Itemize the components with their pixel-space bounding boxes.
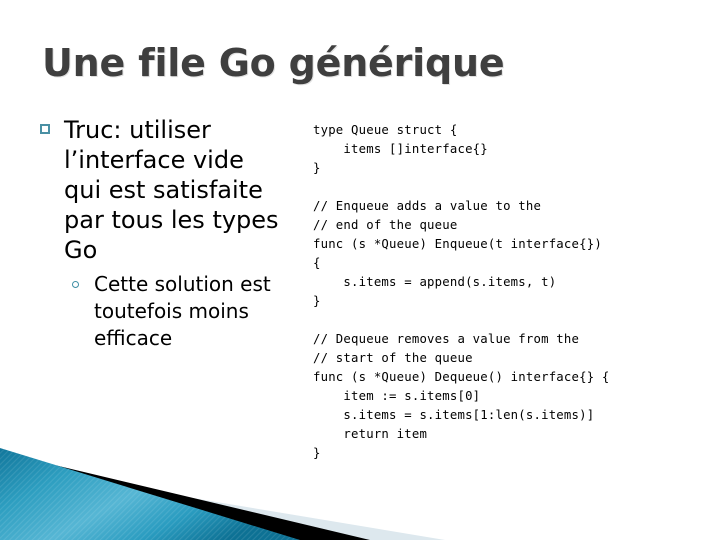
list-item-label: Cette solution est toutefois moins effic… [94,272,271,350]
bullet-list: Truc: utiliser l’interface vide qui est … [38,115,288,352]
list-item: Cette solution est toutefois moins effic… [38,271,288,352]
hollow-square-bullet-icon [40,124,50,134]
pale-blue-band [0,466,445,540]
hollow-circle-bullet-icon [72,281,79,288]
black-band [0,452,370,540]
teal-band [0,448,300,540]
page-title: Une file Go générique [42,41,505,85]
sub-bullet-list: Cette solution est toutefois moins effic… [38,271,288,352]
code-block-queue-struct: type Queue struct { items []interface{} … [313,123,488,175]
slide-canvas: Une file Go générique Truc: utiliser l’i… [0,0,720,540]
list-item: Truc: utiliser l’interface vide qui est … [38,115,288,265]
code-block-dequeue: // Dequeue removes a value from the // s… [313,332,610,460]
code-block-enqueue: // Enqueue adds a value to the // end of… [313,199,602,308]
code-spacer [313,311,713,330]
list-item-label: Truc: utiliser l’interface vide qui est … [64,116,279,264]
code-listing: type Queue struct { items []interface{} … [313,121,713,463]
code-spacer [313,178,713,197]
teal-band-texture [0,448,300,540]
